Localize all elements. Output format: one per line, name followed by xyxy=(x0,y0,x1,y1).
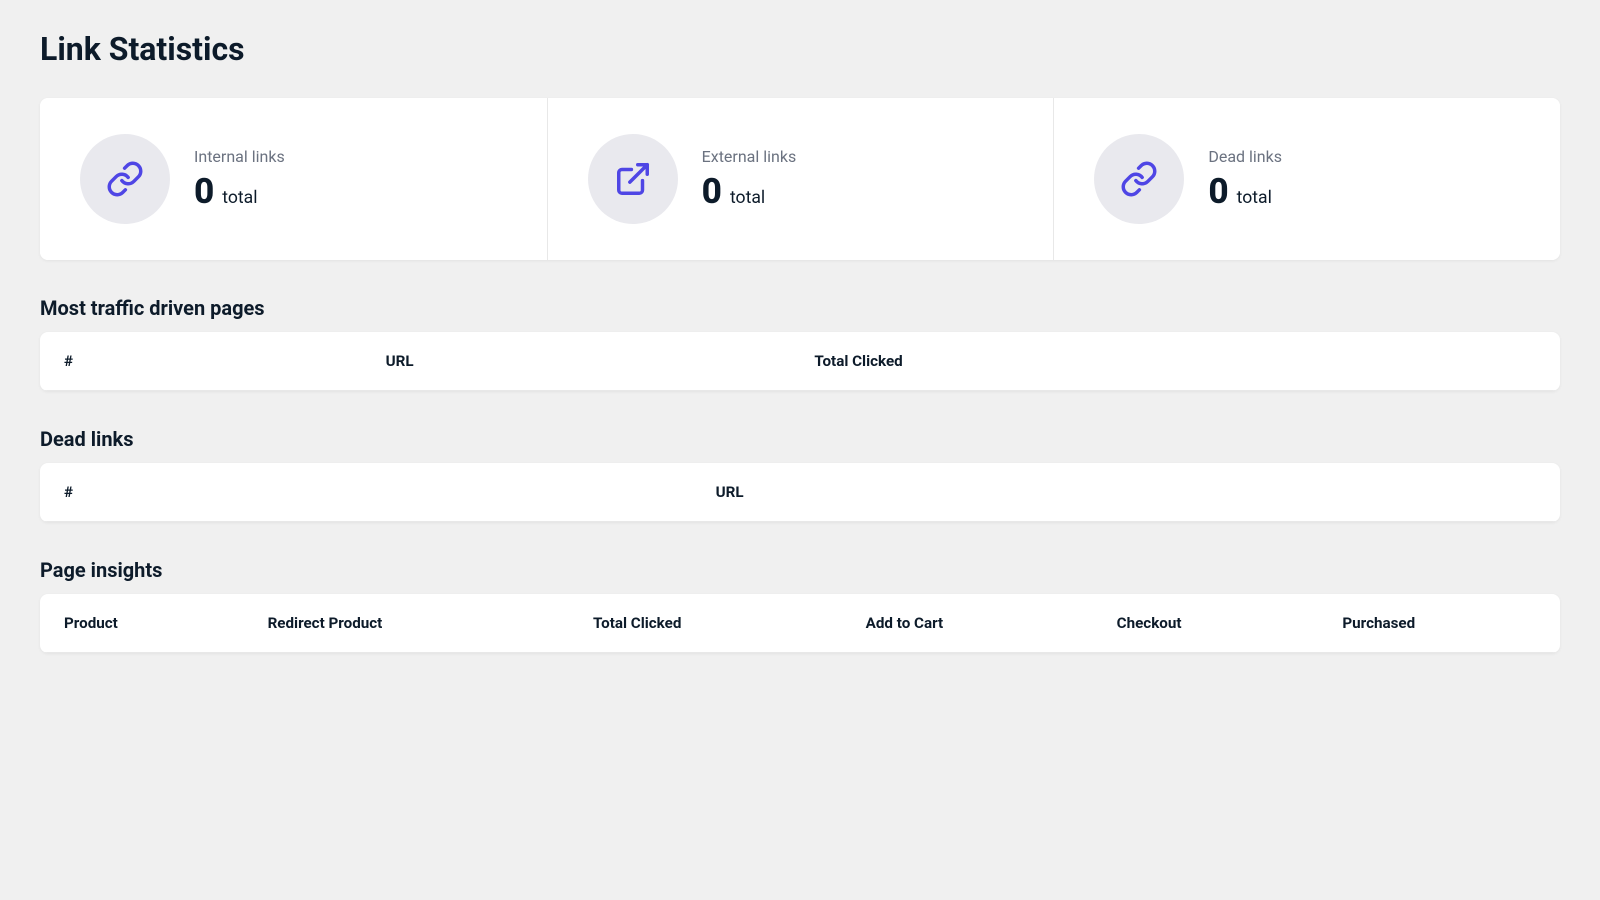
dead-link-icon-circle xyxy=(1094,134,1184,224)
dead-links-value-row: 0 total xyxy=(1208,170,1282,212)
dead-links-unit: total xyxy=(1237,188,1272,208)
insights-col-checkout: Checkout xyxy=(1093,594,1319,653)
traffic-table: # URL Total Clicked xyxy=(40,332,1560,391)
external-links-number: 0 xyxy=(702,170,722,212)
insights-col-product: Product xyxy=(40,594,244,653)
dead-links-col-hash: # xyxy=(40,463,692,522)
page-insights-table-container: Product Redirect Product Total Clicked A… xyxy=(40,594,1560,653)
traffic-table-header-row: # URL Total Clicked xyxy=(40,332,1560,391)
internal-link-icon xyxy=(106,160,144,198)
dead-links-table: # URL xyxy=(40,463,1560,522)
internal-link-icon-circle xyxy=(80,134,170,224)
dead-links-section-title: Dead links xyxy=(40,427,1560,451)
page-insights-table: Product Redirect Product Total Clicked A… xyxy=(40,594,1560,653)
external-link-icon xyxy=(614,160,652,198)
insights-col-purchased: Purchased xyxy=(1318,594,1560,653)
external-links-value-row: 0 total xyxy=(702,170,797,212)
dead-links-col-url: URL xyxy=(692,463,1560,522)
traffic-table-container: # URL Total Clicked xyxy=(40,332,1560,391)
external-links-card: External links 0 total xyxy=(547,98,1054,260)
stats-row: Internal links 0 total External links 0 … xyxy=(40,98,1560,260)
internal-links-info: Internal links 0 total xyxy=(194,147,285,212)
dead-links-header-row: # URL xyxy=(40,463,1560,522)
page-insights-section-title: Page insights xyxy=(40,558,1560,582)
internal-links-card: Internal links 0 total xyxy=(40,98,547,260)
traffic-col-url: URL xyxy=(362,332,791,391)
dead-links-table-container: # URL xyxy=(40,463,1560,522)
internal-links-number: 0 xyxy=(194,170,214,212)
traffic-col-hash: # xyxy=(40,332,362,391)
dead-links-number: 0 xyxy=(1208,170,1228,212)
dead-links-card: Dead links 0 total xyxy=(1053,98,1560,260)
external-links-info: External links 0 total xyxy=(702,147,797,212)
dead-links-label: Dead links xyxy=(1208,147,1282,166)
insights-col-redirect: Redirect Product xyxy=(244,594,569,653)
external-link-icon-circle xyxy=(588,134,678,224)
internal-links-label: Internal links xyxy=(194,147,285,166)
traffic-section-title: Most traffic driven pages xyxy=(40,296,1560,320)
external-links-unit: total xyxy=(730,188,765,208)
insights-col-clicked: Total Clicked xyxy=(569,594,842,653)
page-title: Link Statistics xyxy=(40,30,1560,68)
dead-link-icon xyxy=(1120,160,1158,198)
external-links-label: External links xyxy=(702,147,797,166)
page-insights-header-row: Product Redirect Product Total Clicked A… xyxy=(40,594,1560,653)
insights-col-add-to-cart: Add to Cart xyxy=(842,594,1093,653)
internal-links-unit: total xyxy=(222,188,257,208)
internal-links-value-row: 0 total xyxy=(194,170,285,212)
dead-links-info: Dead links 0 total xyxy=(1208,147,1282,212)
traffic-col-clicked: Total Clicked xyxy=(790,332,1560,391)
